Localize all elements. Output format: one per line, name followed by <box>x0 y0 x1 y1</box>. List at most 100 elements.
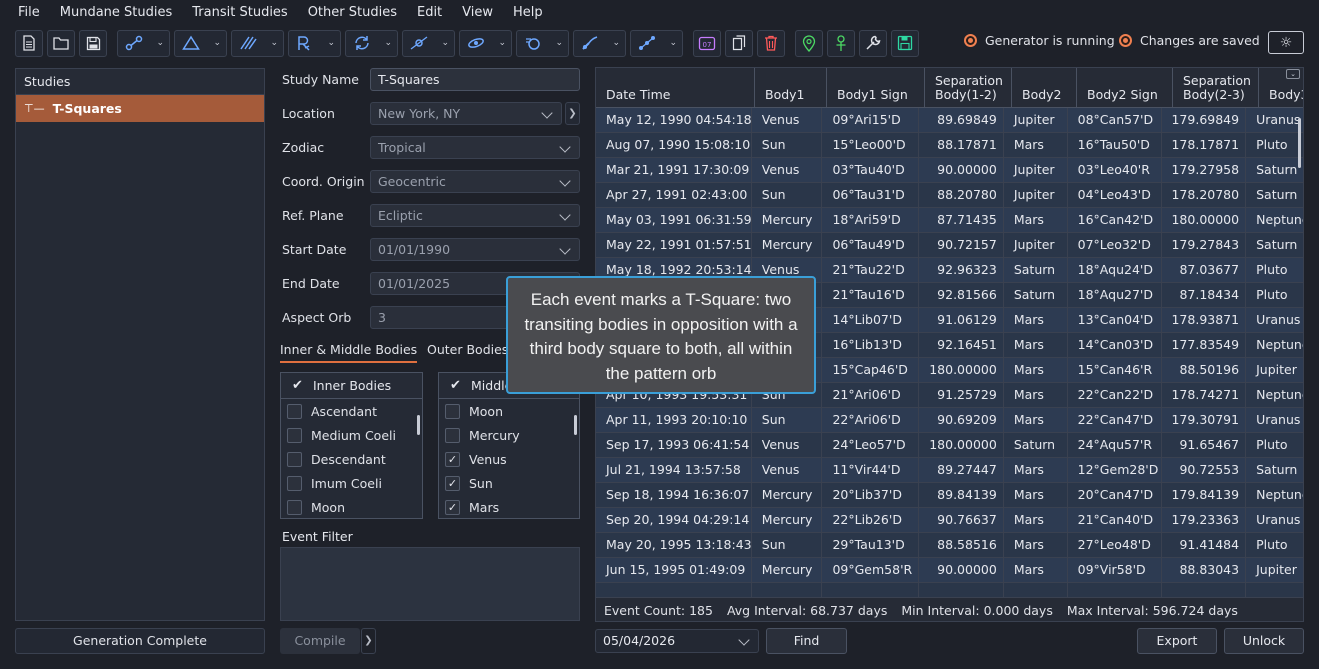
parallel-tool-button[interactable]: ⌄ <box>231 29 284 57</box>
cell-body3: Neptune <box>1246 483 1303 507</box>
tab-inner-middle-bodies[interactable]: Inner & Middle Bodies <box>280 342 418 363</box>
menu-other-studies[interactable]: Other Studies <box>300 0 405 26</box>
table-row[interactable]: Sep 18, 1994 16:36:07 Mercury 20°Lib37'D 89… <box>596 483 1303 508</box>
t-square-icon: ⊤— <box>24 102 45 115</box>
menu-mundane-studies[interactable]: Mundane Studies <box>52 0 181 26</box>
export-button[interactable]: Export <box>1137 628 1217 654</box>
checkbox[interactable] <box>287 403 302 419</box>
table-row[interactable]: Jul 21, 1994 13:57:58 Venus 11°Vir44'D 89.2… <box>596 458 1303 483</box>
cycle-tool-button[interactable]: ⌄ <box>345 29 398 57</box>
trine-tool-button[interactable]: ⌄ <box>174 29 227 57</box>
table-row[interactable]: Apr 11, 1993 20:10:10 Sun 22°Ari06'D 90.692… <box>596 408 1303 433</box>
compile-more-button[interactable]: ❯ <box>361 628 376 654</box>
study-item-t-squares[interactable]: ⊤— T-Squares <box>16 95 264 122</box>
chevron-down-icon: ⌄ <box>213 38 221 48</box>
menu-view[interactable]: View <box>454 0 501 26</box>
copy-button[interactable] <box>725 29 753 57</box>
column-header-body1-sign[interactable]: Body1 Sign <box>827 68 925 107</box>
theme-toggle-button[interactable]: ☼ <box>1268 31 1304 54</box>
checkbox[interactable] <box>287 427 302 443</box>
location-button[interactable] <box>795 29 823 57</box>
menu-transit-studies[interactable]: Transit Studies <box>184 0 295 26</box>
menu-file[interactable]: File <box>10 0 48 26</box>
retrograde-tool-button[interactable]: ⌄ <box>288 29 341 57</box>
table-row[interactable]: Aug 07, 1990 15:08:10 Sun 15°Leo00'D 88.178… <box>596 133 1303 158</box>
conjunction-tool-button[interactable]: ⌄ <box>117 29 170 57</box>
list-item[interactable]: ✓ Sun <box>439 471 579 495</box>
menu-help[interactable]: Help <box>505 0 551 26</box>
inner-bodies-header[interactable]: ✔ Inner Bodies <box>281 373 422 399</box>
study-name-input[interactable]: T-Squares <box>370 68 580 91</box>
database-save-button[interactable] <box>891 29 919 57</box>
start-date-select[interactable]: 01/01/1990 <box>370 238 580 261</box>
list-item[interactable]: Moon <box>281 495 422 518</box>
list-item[interactable]: Descendant <box>281 447 422 471</box>
cell-body3: Uranus <box>1246 108 1303 132</box>
zodiac-select[interactable]: Tropical <box>370 136 580 159</box>
checkbox[interactable] <box>287 475 302 491</box>
column-header-body1[interactable]: Body1 <box>755 68 827 107</box>
table-row[interactable]: Mar 21, 1991 17:30:09 Venus 03°Tau40'D 90.0… <box>596 158 1303 183</box>
ref-plane-select[interactable]: Ecliptic <box>370 204 580 227</box>
list-item[interactable]: Mercury <box>439 423 579 447</box>
table-row[interactable]: Sep 17, 1993 06:41:54 Venus 24°Leo57'D 180.… <box>596 433 1303 458</box>
location-more-button[interactable]: ❯ <box>565 102 580 125</box>
column-header-date-time[interactable]: Date Time <box>596 68 755 107</box>
calendar-button[interactable]: 07 <box>693 29 721 57</box>
progression-tool-button[interactable]: ⌄ <box>630 29 683 57</box>
scrollbar[interactable] <box>417 415 420 435</box>
eclipse-tool-button[interactable]: ⌄ <box>402 29 455 57</box>
list-item[interactable]: Ascendant <box>281 399 422 423</box>
checkbox[interactable] <box>287 499 302 515</box>
generation-status-button[interactable]: Generation Complete <box>15 628 265 654</box>
column-header-separation-2-3[interactable]: Separation Body(2-3) <box>1173 68 1259 107</box>
cell-separation-2-3: 178.17871 <box>1162 133 1247 157</box>
save-button[interactable] <box>79 29 107 57</box>
orbit-tool-button[interactable]: ⌄ <box>459 29 512 57</box>
table-row[interactable]: May 22, 1991 01:57:51 Mercury 06°Tau49'D 90… <box>596 233 1303 258</box>
checkbox[interactable] <box>445 427 460 443</box>
list-item[interactable]: ✓ Mars <box>439 495 579 518</box>
delete-button[interactable] <box>757 29 785 57</box>
scrollbar[interactable] <box>574 415 577 435</box>
table-scrollbar[interactable] <box>1298 118 1301 168</box>
table-row[interactable]: Apr 27, 1991 02:43:00 Sun 06°Tau31'D 88.207… <box>596 183 1303 208</box>
checkbox[interactable] <box>287 451 302 467</box>
date-select[interactable]: 05/04/2026 <box>595 629 759 653</box>
tab-outer-bodies[interactable]: Outer Bodies <box>427 342 508 357</box>
table-row[interactable]: Jun 15, 1995 01:49:09 Mercury 09°Gem58'R 90… <box>596 558 1303 583</box>
table-row[interactable]: May 12, 1990 04:54:18 Venus 09°Ari15'D 89.6… <box>596 108 1303 133</box>
column-header-separation-1-2[interactable]: Separation Body(1-2) <box>925 68 1012 107</box>
settings-button[interactable] <box>859 29 887 57</box>
ingress-tool-button[interactable]: ⌄ <box>573 29 626 57</box>
new-file-button[interactable] <box>15 29 43 57</box>
table-row[interactable] <box>596 583 1303 598</box>
list-item[interactable]: Moon <box>439 399 579 423</box>
checkbox[interactable]: ✓ <box>445 451 460 467</box>
table-row[interactable]: Sep 20, 1994 04:29:14 Mercury 22°Lib26'D 90… <box>596 508 1303 533</box>
open-folder-button[interactable] <box>47 29 75 57</box>
event-filter-input[interactable] <box>280 547 580 621</box>
menu-edit[interactable]: Edit <box>409 0 450 26</box>
body-button[interactable] <box>827 29 855 57</box>
column-header-body2-sign[interactable]: Body2 Sign <box>1077 68 1173 107</box>
location-select[interactable]: New York, NY <box>370 102 562 125</box>
compile-button[interactable]: Compile <box>280 628 360 654</box>
list-item[interactable]: Medium Coeli <box>281 423 422 447</box>
list-item[interactable]: ✓ Venus <box>439 447 579 471</box>
coord-origin-label: Coord. Origin <box>282 174 365 189</box>
checkbox[interactable] <box>445 403 460 419</box>
lunar-tool-button[interactable]: ⌄ <box>516 29 569 57</box>
coord-origin-select[interactable]: Geocentric <box>370 170 580 193</box>
column-header-body2[interactable]: Body2 <box>1012 68 1077 107</box>
checkbox[interactable]: ✓ <box>445 499 460 515</box>
table-row[interactable]: May 20, 1995 13:18:43 Sun 29°Tau13'D 88.585… <box>596 533 1303 558</box>
cell-date-time: May 20, 1995 13:18:43 <box>596 533 752 557</box>
column-menu-icon[interactable]: ⌄ <box>1286 69 1300 79</box>
cell-body2: Mars <box>1004 133 1068 157</box>
list-item[interactable]: Imum Coeli <box>281 471 422 495</box>
checkbox[interactable]: ✓ <box>445 475 460 491</box>
unlock-button[interactable]: Unlock <box>1224 628 1304 654</box>
find-button[interactable]: Find <box>766 628 847 654</box>
table-row[interactable]: May 03, 1991 06:31:59 Mercury 18°Ari59'D 87… <box>596 208 1303 233</box>
